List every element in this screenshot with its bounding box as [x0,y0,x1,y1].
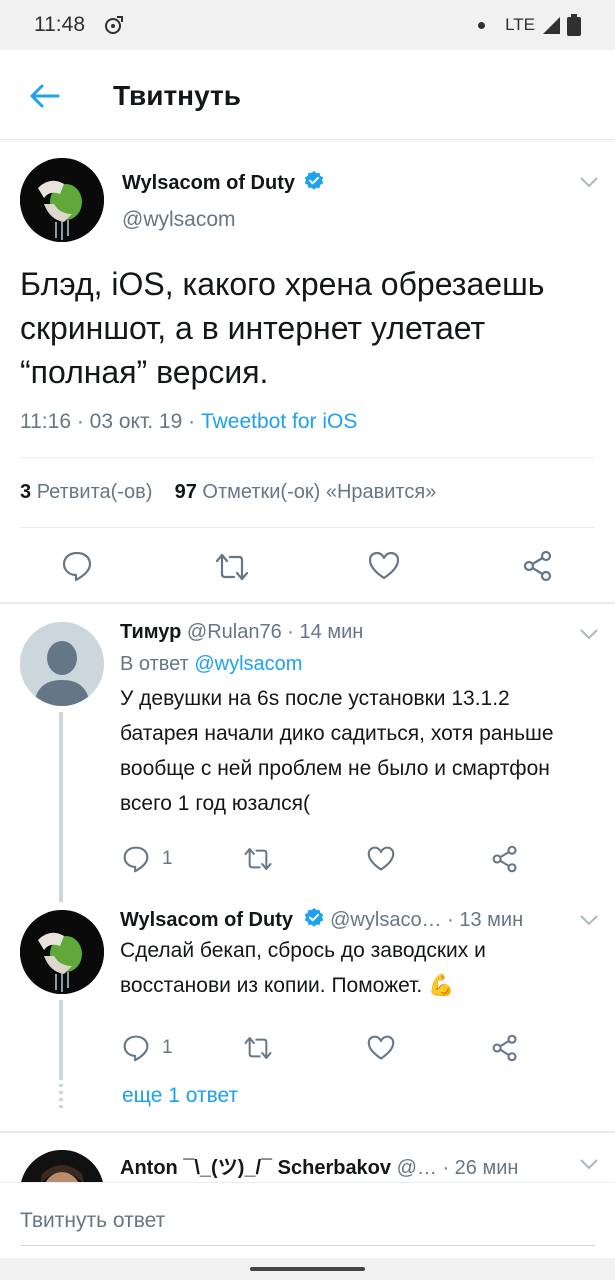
battery-icon [567,14,581,36]
tweet-timestamp: 11:16 · 03 окт. 19 · [20,410,201,433]
reply-count: 1 [162,848,173,869]
likes-stat[interactable]: 97 Отметки(-ок) «Нравится» [175,481,437,503]
reply-action[interactable]: 1 [122,1034,173,1062]
status-right: LTE [478,13,581,37]
status-bar: 11:48 LTE [0,0,615,50]
reply-text: Сделай бекап, сбрось до заводских и восс… [120,939,486,997]
author-name[interactable]: Тимур [120,621,181,643]
chevron-down-icon[interactable] [580,1158,598,1170]
share-icon[interactable] [491,845,519,873]
reply-context: В ответ @wylsacom [120,653,302,676]
like-icon[interactable] [368,550,400,582]
tweet-source-link[interactable]: Tweetbot for iOS [201,410,357,433]
tweet-meta: 11:16 · 03 окт. 19 · Tweetbot for iOS [20,410,357,434]
like-icon[interactable] [367,845,395,873]
reply-icon [123,1035,149,1062]
thread-line [59,712,63,902]
avatar[interactable] [20,910,104,994]
tweet-stats: 3 Ретвита(-ов) 97 Отметки(-ок) «Нравится… [20,481,436,504]
divider [20,527,595,528]
author-name: Wylsacom of Duty [122,172,295,194]
author-handle[interactable]: @wylsaco… [330,909,441,931]
author-name[interactable]: Wylsacom of Duty [120,909,293,931]
share-icon[interactable] [491,1034,519,1062]
avatar-image [20,910,104,994]
retweet-icon[interactable] [243,1035,273,1061]
chevron-down-icon[interactable] [580,176,598,188]
author-name[interactable]: Anton ¯\_(ツ)_/¯ Scherbakov [120,1157,391,1179]
reply-icon [123,846,149,873]
tweet-text: Блэд, iOS, какого хрена обрезаешь скринш… [20,266,545,390]
retweets-count: 3 [20,481,32,503]
compose-underline [20,1245,595,1246]
thread-line-dotted [59,1084,63,1108]
reply-header: Anton ¯\_(ツ)_/¯ Scherbakov @… · 26 мин [120,1151,518,1180]
likes-count: 97 [174,481,197,503]
author-handle[interactable]: @wylsacom [122,208,236,232]
likes-label: Отметки(-ок) «Нравится» [202,481,437,503]
home-gesture-handle[interactable] [250,1267,365,1271]
reply-header: Тимур @Rulan76 · 14 мин [120,621,363,644]
reply-icon[interactable] [61,550,93,582]
back-arrow-icon[interactable] [28,82,60,110]
tweet-author[interactable]: Wylsacom of Duty [122,170,325,195]
retweets-label: Ретвита(-ов) [36,481,153,503]
default-avatar-icon [20,622,104,706]
avatar[interactable] [20,622,104,706]
chevron-down-icon[interactable] [580,628,598,640]
reply-time: · 26 мин [442,1157,519,1179]
divider [20,457,595,458]
sync-icon [105,16,123,34]
author-handle[interactable]: @Rulan76 [187,621,282,643]
reply-compose-bar[interactable]: Твитнуть ответ [0,1182,615,1258]
thread-line [59,1000,63,1080]
status-time: 11:48 [34,13,85,36]
like-icon[interactable] [367,1034,395,1062]
retweets-stat[interactable]: 3 Ретвита(-ов) [20,481,152,503]
mention-link[interactable]: @wylsacom [194,653,302,675]
reply-count: 1 [162,1037,173,1058]
compose-placeholder[interactable]: Твитнуть ответ [20,1209,165,1233]
reply-time: · 14 мин [287,621,364,643]
tweet-actions [0,546,615,586]
reply-prefix: В ответ [120,653,189,675]
reply-action[interactable]: 1 [122,845,173,873]
retweet-icon[interactable] [243,846,273,872]
signal-icon [543,17,560,34]
show-more-replies-link[interactable]: еще 1 ответ [122,1084,238,1108]
chevron-down-icon[interactable] [580,914,598,926]
section-separator [0,602,615,604]
verified-icon [304,907,323,927]
app-header: Твитнуть [0,50,615,140]
notification-dot [478,21,486,29]
share-icon[interactable] [522,550,554,582]
author-handle[interactable]: @… [397,1157,437,1179]
reply-text: У девушки на 6s после установки 13.1.2 б… [120,687,554,815]
page-title: Твитнуть [113,80,241,111]
verified-icon [305,170,324,190]
avatar-image [20,158,104,242]
system-nav-bar [0,1258,615,1280]
avatar[interactable] [20,158,104,242]
retweet-icon[interactable] [214,552,250,582]
section-separator [0,1131,615,1133]
network-label: LTE [505,15,535,34]
reply-header: Wylsacom of Duty @wylsaco… · 13 мин [120,907,523,932]
reply-time: · 13 мин [447,909,524,931]
